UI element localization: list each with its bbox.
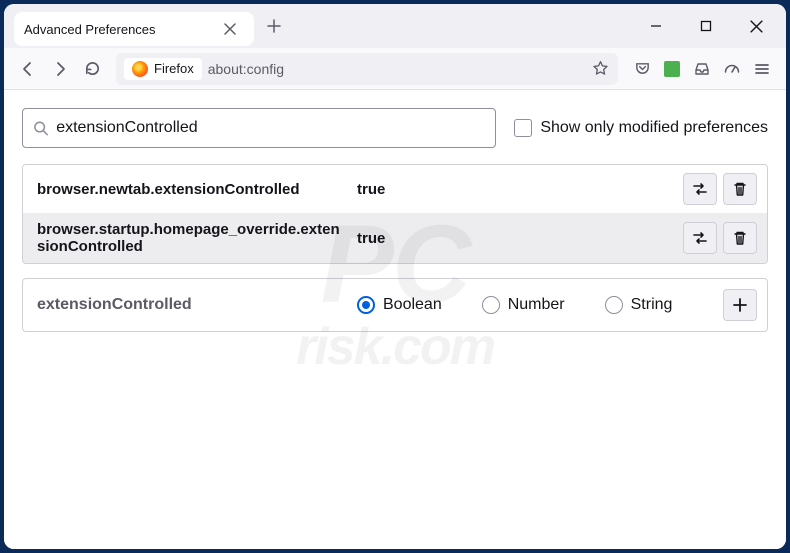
radio-icon bbox=[482, 296, 500, 314]
inbox-icon[interactable] bbox=[688, 55, 716, 83]
checkbox-label-text: Show only modified preferences bbox=[540, 119, 768, 137]
toolbar-right bbox=[628, 55, 776, 83]
preference-value: true bbox=[357, 230, 683, 247]
preference-name: browser.newtab.extensionControlled bbox=[37, 181, 357, 198]
radio-boolean[interactable]: Boolean bbox=[357, 296, 442, 314]
firefox-logo-icon bbox=[132, 61, 148, 77]
delete-button[interactable] bbox=[723, 173, 757, 205]
bookmark-star-icon[interactable] bbox=[586, 55, 614, 83]
preference-list: browser.newtab.extensionControlled true … bbox=[22, 164, 768, 264]
search-row: Show only modified preferences bbox=[22, 108, 768, 148]
identity-box[interactable]: Firefox bbox=[124, 58, 202, 80]
urlbar[interactable]: Firefox about:config bbox=[116, 53, 618, 85]
pocket-icon[interactable] bbox=[628, 55, 656, 83]
preference-name: browser.startup.homepage_override.extens… bbox=[37, 221, 357, 255]
tab-title: Advanced Preferences bbox=[24, 22, 208, 37]
extension-icon[interactable] bbox=[658, 55, 686, 83]
close-tab-icon[interactable] bbox=[216, 15, 244, 43]
radio-string[interactable]: String bbox=[605, 296, 673, 314]
radio-label: Boolean bbox=[383, 296, 442, 314]
radio-label: Number bbox=[508, 296, 565, 314]
about-config-content: Show only modified preferences browser.n… bbox=[4, 90, 786, 549]
delete-button[interactable] bbox=[723, 222, 757, 254]
radio-label: String bbox=[631, 296, 673, 314]
add-preference-name: extensionControlled bbox=[37, 296, 357, 314]
back-button[interactable] bbox=[14, 55, 42, 83]
radio-icon bbox=[357, 296, 375, 314]
minimize-button[interactable] bbox=[634, 6, 678, 46]
search-box[interactable] bbox=[22, 108, 496, 148]
add-preference-row: extensionControlled Boolean Number Strin… bbox=[22, 278, 768, 332]
app-menu-icon[interactable] bbox=[748, 55, 776, 83]
forward-button[interactable] bbox=[46, 55, 74, 83]
show-only-modified-checkbox[interactable]: Show only modified preferences bbox=[514, 119, 768, 137]
reload-button[interactable] bbox=[78, 55, 106, 83]
add-button[interactable] bbox=[723, 289, 757, 321]
identity-label: Firefox bbox=[154, 61, 194, 76]
type-radio-group: Boolean Number String bbox=[357, 296, 723, 314]
preference-value: true bbox=[357, 181, 683, 198]
maximize-button[interactable] bbox=[684, 6, 728, 46]
toggle-button[interactable] bbox=[683, 173, 717, 205]
titlebar: Advanced Preferences bbox=[4, 4, 786, 48]
checkbox-icon bbox=[514, 119, 532, 137]
close-window-button[interactable] bbox=[734, 6, 778, 46]
radio-number[interactable]: Number bbox=[482, 296, 565, 314]
navbar: Firefox about:config bbox=[4, 48, 786, 90]
window-controls bbox=[634, 6, 786, 46]
dashboard-icon[interactable] bbox=[718, 55, 746, 83]
browser-tab[interactable]: Advanced Preferences bbox=[14, 12, 254, 46]
search-icon bbox=[33, 120, 48, 136]
toggle-button[interactable] bbox=[683, 222, 717, 254]
preference-row[interactable]: browser.startup.homepage_override.extens… bbox=[23, 213, 767, 263]
url-text: about:config bbox=[208, 61, 580, 77]
preference-row[interactable]: browser.newtab.extensionControlled true bbox=[23, 165, 767, 213]
new-tab-button[interactable] bbox=[260, 12, 288, 40]
search-input[interactable] bbox=[56, 119, 485, 137]
radio-icon bbox=[605, 296, 623, 314]
